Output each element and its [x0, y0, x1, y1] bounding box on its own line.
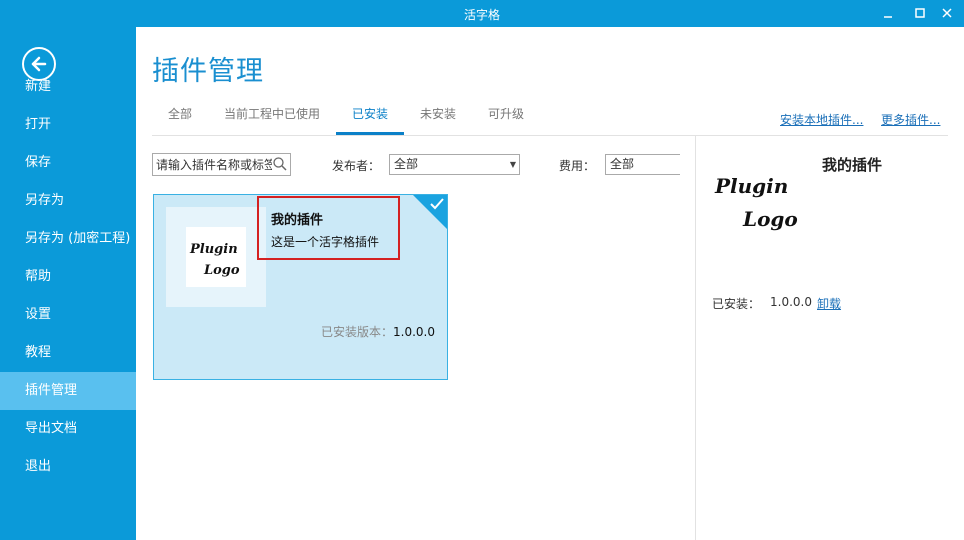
publisher-select[interactable]: 全部 ▼	[389, 154, 520, 175]
plugin-version: 已安装版本：1.0.0.0	[321, 323, 435, 340]
sidebar-item-tutorial[interactable]: 教程	[0, 334, 136, 372]
search-icon[interactable]	[272, 156, 288, 175]
detail-plugin-logo: Plugin Logo	[711, 169, 821, 242]
sidebar-item-save-as-encrypted[interactable]: 另存为 (加密工程)	[0, 220, 136, 258]
fee-label: 费用：	[559, 159, 596, 173]
close-icon[interactable]	[939, 5, 955, 21]
sidebar-item-exit[interactable]: 退出	[0, 448, 136, 486]
minimize-icon[interactable]	[880, 5, 896, 21]
sidebar-item-save-as[interactable]: 另存为	[0, 182, 136, 220]
sidebar-nav: 新建 打开 保存 另存为 另存为 (加密工程) 帮助 设置 教程 插件管理 导出…	[0, 68, 136, 486]
tab-installed[interactable]: 已安装	[336, 97, 404, 135]
sidebar-item-open[interactable]: 打开	[0, 106, 136, 144]
sidebar-item-export-docs[interactable]: 导出文档	[0, 410, 136, 448]
detail-logo-word-2: Logo	[742, 207, 798, 231]
sidebar-item-plugin-management[interactable]: 插件管理	[0, 372, 136, 410]
tab-used-in-project[interactable]: 当前工程中已使用	[224, 97, 320, 135]
plugin-logo-word-1: Plugin	[189, 242, 238, 257]
sidebar-item-settings[interactable]: 设置	[0, 296, 136, 334]
divider	[152, 135, 948, 136]
checkmark-icon	[430, 198, 444, 210]
fee-select[interactable]: 全部	[605, 154, 680, 175]
uninstall-link[interactable]: 卸载	[817, 295, 841, 312]
tab-all[interactable]: 全部	[168, 97, 192, 135]
plugin-thumbnail: Plugin Logo	[166, 207, 266, 307]
detail-divider	[695, 135, 696, 540]
detail-plugin-name: 我的插件	[822, 156, 883, 174]
detail-version: 1.0.0.0	[770, 295, 812, 309]
install-local-plugin-link[interactable]: 安装本地插件...	[780, 111, 863, 128]
plugin-version-value: 1.0.0.0	[393, 325, 435, 339]
plugin-version-label: 已安装版本：	[321, 325, 394, 339]
more-plugins-link[interactable]: 更多插件...	[881, 111, 940, 128]
sidebar-item-save[interactable]: 保存	[0, 144, 136, 182]
dropdown-arrow-icon: ▼	[509, 160, 516, 169]
sidebar-item-new[interactable]: 新建	[0, 68, 136, 106]
highlight-box	[257, 196, 400, 260]
maximize-icon[interactable]	[912, 5, 928, 21]
plugin-card[interactable]: Plugin Logo 我的插件 这是一个活字格插件 已安装版本：1.0.0.0	[153, 194, 448, 380]
sidebar-item-help[interactable]: 帮助	[0, 258, 136, 296]
sidebar: 新建 打开 保存 另存为 另存为 (加密工程) 帮助 设置 教程 插件管理 导出…	[0, 27, 136, 540]
tab-not-installed[interactable]: 未安装	[420, 97, 456, 135]
plugin-logo: Plugin Logo	[186, 227, 246, 287]
publisher-select-value: 全部	[394, 157, 419, 171]
window-title: 活字格	[463, 8, 500, 22]
detail-logo-word-1: Plugin	[714, 174, 788, 198]
tab-upgradable[interactable]: 可升级	[488, 97, 524, 135]
publisher-label: 发布者：	[332, 159, 381, 173]
search-box[interactable]	[152, 153, 291, 176]
detail-installed-label: 已安装：	[712, 297, 761, 311]
main-panel: 插件管理 全部 当前工程中已使用 已安装 未安装 可升级 安装本地插件... 更…	[136, 27, 964, 540]
search-input[interactable]	[156, 156, 272, 173]
fee-select-value: 全部	[610, 157, 635, 171]
plugin-logo-word-2: Logo	[203, 263, 240, 278]
title-bar: 活字格	[0, 0, 964, 27]
page-title: 插件管理	[152, 56, 264, 87]
